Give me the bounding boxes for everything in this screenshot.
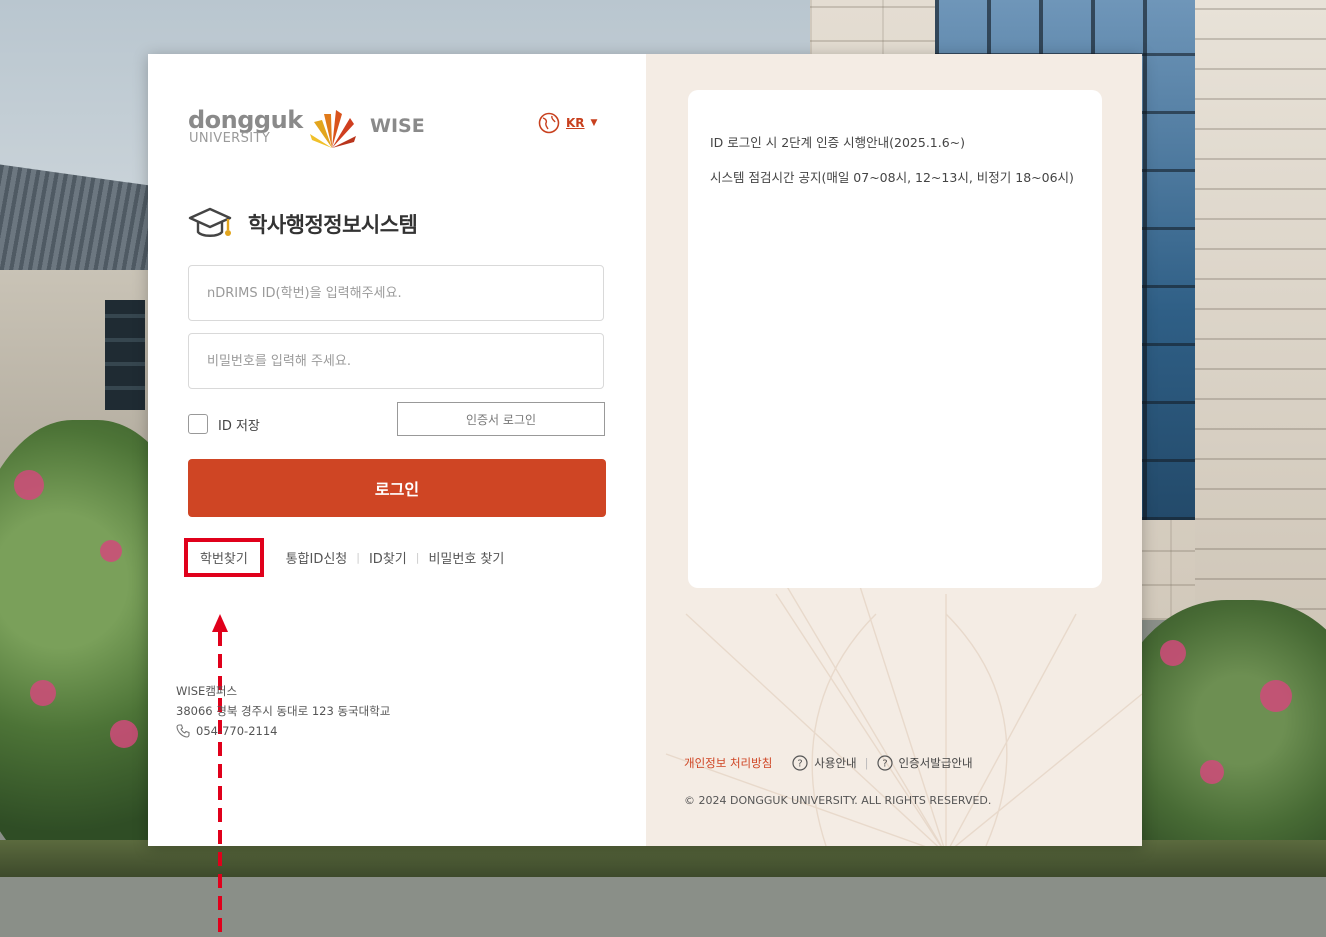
copyright: © 2024 DONGGUK UNIVERSITY. ALL RIGHTS RE… [684, 794, 992, 807]
login-card: dongguk UNIVERSITY WISE KR ▼ 학사행정정보시스템 n… [148, 54, 1142, 937]
flower [100, 540, 122, 562]
save-id-label: ID 저장 [218, 418, 260, 434]
language-selector[interactable]: KR ▼ [538, 112, 597, 134]
login-button[interactable]: 로그인 [188, 459, 606, 517]
language-code: KR [566, 116, 585, 130]
integrated-id-signup-link[interactable]: 통합ID신청 [286, 548, 348, 567]
globe-icon [538, 112, 560, 134]
link-separator: | [415, 551, 420, 564]
notice-item[interactable]: ID 로그인 시 2단계 인증 시행안내(2025.1.6~) [710, 134, 1080, 151]
user-guide-link[interactable]: 사용안내 [814, 755, 856, 771]
caret-down-icon: ▼ [590, 118, 598, 128]
flower [14, 470, 44, 500]
id-field[interactable] [188, 265, 604, 321]
phone-row: 054-770-2114 [176, 721, 390, 741]
find-student-id-link[interactable]: 학번찾기 [184, 538, 264, 577]
flower [1160, 640, 1186, 666]
login-panel: dongguk UNIVERSITY WISE KR ▼ 학사행정정보시스템 n… [148, 54, 646, 937]
link-separator: | [356, 551, 360, 564]
annotation-arrow [212, 614, 228, 937]
help-icon: ? [792, 755, 808, 771]
svg-text:?: ? [798, 759, 803, 770]
notice-panel: ID 로그인 시 2단계 인증 시행안내(2025.1.6~) 시스템 점검시간… [646, 54, 1142, 846]
notice-box: ID 로그인 시 2단계 인증 시행안내(2025.1.6~) 시스템 점검시간… [688, 90, 1102, 588]
logo-wise-text: WISE [370, 115, 425, 137]
link-separator: | [864, 756, 869, 770]
notice-item[interactable]: 시스템 점검시간 공지(매일 07~08시, 12~13시, 비정기 18~06… [710, 169, 1080, 186]
footer-links: 개인정보 처리방침 ? 사용안내 | ? 인증서발급안내 [684, 755, 973, 771]
university-logo[interactable]: dongguk UNIVERSITY WISE [188, 106, 448, 156]
checkbox-box[interactable] [188, 414, 208, 434]
svg-text:?: ? [882, 759, 887, 770]
find-password-link[interactable]: 비밀번호 찾기 [428, 548, 504, 567]
flower [30, 680, 56, 706]
id-input[interactable] [189, 266, 603, 320]
campus-name: WISE캠퍼스 [176, 684, 238, 698]
privacy-policy-link[interactable]: 개인정보 처리방침 [684, 755, 772, 771]
system-title: 학사행정정보시스템 [188, 202, 418, 246]
right-tree [1110, 600, 1326, 877]
find-id-link[interactable]: ID찾기 [369, 548, 407, 567]
campus-address: WISE캠퍼스 38066 경북 경주시 동대로 123 동국대학교 054-7… [176, 681, 390, 741]
phone-number: 054-770-2114 [196, 724, 278, 738]
password-input[interactable] [189, 334, 603, 388]
save-id-checkbox[interactable]: ID 저장 [188, 414, 260, 434]
account-links: 학번찾기 | 통합ID신청 | ID찾기 | 비밀번호 찾기 [184, 538, 504, 577]
help-icon: ? [876, 755, 893, 771]
password-field[interactable] [188, 333, 604, 389]
page-title: 학사행정정보시스템 [248, 213, 418, 237]
flower [1260, 680, 1292, 712]
logo-university-text: UNIVERSITY [189, 131, 271, 146]
certificate-guide-link[interactable]: 인증서발급안내 [899, 755, 973, 771]
certificate-login-button[interactable]: 인증서 로그인 [397, 402, 605, 436]
logo-dongguk-text: dongguk [188, 106, 303, 134]
left-building-window [105, 300, 145, 410]
flower [1200, 760, 1224, 784]
dongguk-emblem-icon [310, 110, 356, 148]
street-address: 38066 경북 경주시 동대로 123 동국대학교 [176, 704, 391, 718]
stone-pillar [1195, 0, 1326, 640]
flower [110, 720, 138, 748]
graduation-cap-icon [188, 207, 232, 237]
phone-icon [176, 724, 190, 738]
